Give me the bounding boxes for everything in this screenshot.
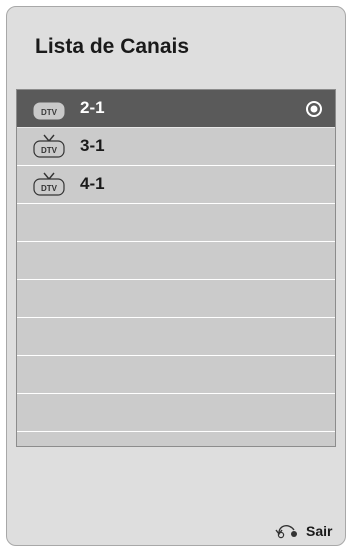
tv-icon: DTV (33, 102, 65, 120)
empty-row (17, 356, 335, 394)
svg-text:DTV: DTV (41, 184, 58, 193)
channel-label: 3-1 (80, 136, 105, 155)
channel-label: 4-1 (80, 174, 105, 193)
channel-label: 2-1 (80, 98, 105, 117)
empty-row (17, 318, 335, 356)
svg-text:DTV: DTV (41, 146, 58, 155)
tv-icon: DTV (33, 134, 65, 158)
svg-text:DTV: DTV (41, 108, 58, 117)
channel-row-4-1[interactable]: DTV 4-1 (17, 166, 335, 204)
page-title: Lista de Canais (35, 35, 190, 58)
empty-row (17, 242, 335, 280)
exit-label[interactable]: Sair (306, 523, 332, 539)
tv-icon: DTV (33, 172, 65, 196)
empty-row (17, 394, 335, 432)
channel-list[interactable]: DTV 2-1 DTV 3-1 DTV 4-1 (16, 89, 336, 447)
empty-row (17, 280, 335, 318)
empty-row (17, 204, 335, 242)
radio-selected-icon (306, 101, 322, 117)
channel-row-2-1[interactable]: DTV 2-1 (17, 90, 335, 128)
return-arrow-icon[interactable] (275, 519, 299, 539)
channel-row-3-1[interactable]: DTV 3-1 (17, 128, 335, 166)
